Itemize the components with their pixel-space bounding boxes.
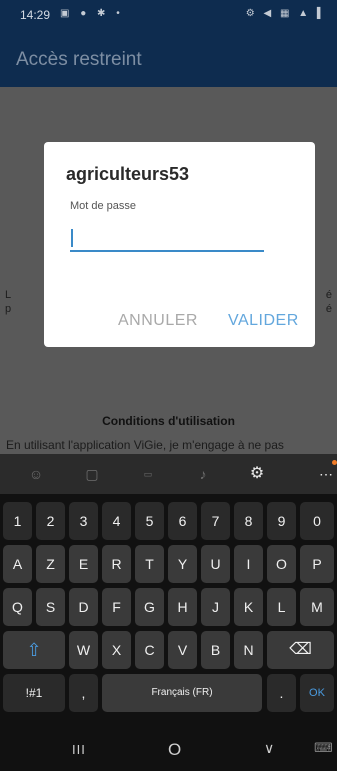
password-dialog: agriculteurs53 Mot de passe ANNULER VALI… (44, 142, 315, 347)
key-d[interactable]: D (69, 588, 98, 626)
key-k[interactable]: K (234, 588, 263, 626)
recents-icon[interactable]: III (72, 742, 86, 757)
keyboard-toolbar: ☺ ▢ ▭ ♪ ⚙ ⋯ (0, 454, 337, 494)
key-v[interactable]: V (168, 631, 197, 669)
key-b[interactable]: B (201, 631, 230, 669)
status-time: 14:29 (20, 8, 51, 22)
key-e[interactable]: E (69, 545, 98, 583)
background-text-left: Lp (5, 289, 12, 315)
key-n[interactable]: N (234, 631, 263, 669)
mic-icon[interactable]: ♪ (193, 464, 213, 484)
text-cursor (71, 229, 73, 247)
symbols-key[interactable]: !#1 (3, 674, 65, 712)
key-i[interactable]: I (234, 545, 263, 583)
key-0[interactable]: 0 (300, 502, 334, 540)
notification-dot (332, 460, 337, 465)
key-y[interactable]: Y (168, 545, 197, 583)
key-7[interactable]: 7 (201, 502, 230, 540)
key-r[interactable]: R (102, 545, 131, 583)
password-label: Mot de passe (70, 200, 137, 212)
key-q[interactable]: Q (3, 588, 32, 626)
emoji-icon[interactable]: ☺ (26, 464, 46, 484)
key-s[interactable]: S (36, 588, 65, 626)
key-5[interactable]: 5 (135, 502, 164, 540)
shift-key[interactable]: ⇧ (3, 631, 65, 669)
status-bar: 14:29 ▣ ● ✱ • ⚙ ◀ ▦ ▲ ▌ (0, 0, 337, 32)
app-bar: Accès restreint (0, 32, 337, 87)
key-o[interactable]: O (267, 545, 296, 583)
key-z[interactable]: Z (36, 545, 65, 583)
notification-icons: ▣ ● ✱ • (60, 8, 124, 19)
key-u[interactable]: U (201, 545, 230, 583)
period-key[interactable]: . (267, 674, 296, 712)
keyboard: 1 2 3 4 5 6 7 8 9 0 A Z E R T Y U I O P … (0, 494, 337, 730)
key-g[interactable]: G (135, 588, 164, 626)
comma-key[interactable]: , (69, 674, 98, 712)
key-2[interactable]: 2 (36, 502, 65, 540)
dialog-title: agriculteurs53 (66, 164, 190, 184)
back-icon[interactable]: ∨ (264, 740, 274, 757)
key-a[interactable]: A (3, 545, 32, 583)
more-icon[interactable]: ⋯ (316, 464, 336, 484)
password-input[interactable] (70, 222, 264, 252)
home-icon[interactable]: O (168, 740, 181, 760)
gif-icon[interactable]: ▭ (138, 464, 158, 484)
cancel-button[interactable]: ANNULER (118, 312, 198, 330)
validate-button[interactable]: VALIDER (228, 312, 299, 330)
key-x[interactable]: X (102, 631, 131, 669)
key-8[interactable]: 8 (234, 502, 263, 540)
system-status-icons: ⚙ ◀ ▦ ▲ ▌ (245, 8, 327, 19)
keyboard-icon[interactable]: ⌨ (314, 740, 333, 756)
settings-icon[interactable]: ⚙ (247, 464, 267, 484)
space-key[interactable]: Français (FR) (102, 674, 262, 712)
backspace-key[interactable]: ⌫ (267, 631, 334, 669)
key-1[interactable]: 1 (3, 502, 32, 540)
key-4[interactable]: 4 (102, 502, 131, 540)
key-c[interactable]: C (135, 631, 164, 669)
key-w[interactable]: W (69, 631, 98, 669)
key-h[interactable]: H (168, 588, 197, 626)
key-f[interactable]: F (102, 588, 131, 626)
conditions-title: Conditions d'utilisation (102, 414, 235, 428)
key-p[interactable]: P (300, 545, 334, 583)
key-j[interactable]: J (201, 588, 230, 626)
sticker-icon[interactable]: ▢ (82, 464, 102, 484)
enter-key[interactable]: OK (300, 674, 334, 712)
key-t[interactable]: T (135, 545, 164, 583)
key-6[interactable]: 6 (168, 502, 197, 540)
conditions-text: En utilisant l'application ViGie, je m'e… (6, 438, 284, 452)
key-9[interactable]: 9 (267, 502, 296, 540)
navigation-bar: III O ∨ ⌨ (0, 730, 337, 771)
key-l[interactable]: L (267, 588, 296, 626)
background-text-right: éé (325, 289, 332, 315)
key-m[interactable]: M (300, 588, 334, 626)
app-title: Accès restreint (16, 49, 142, 70)
key-3[interactable]: 3 (69, 502, 98, 540)
